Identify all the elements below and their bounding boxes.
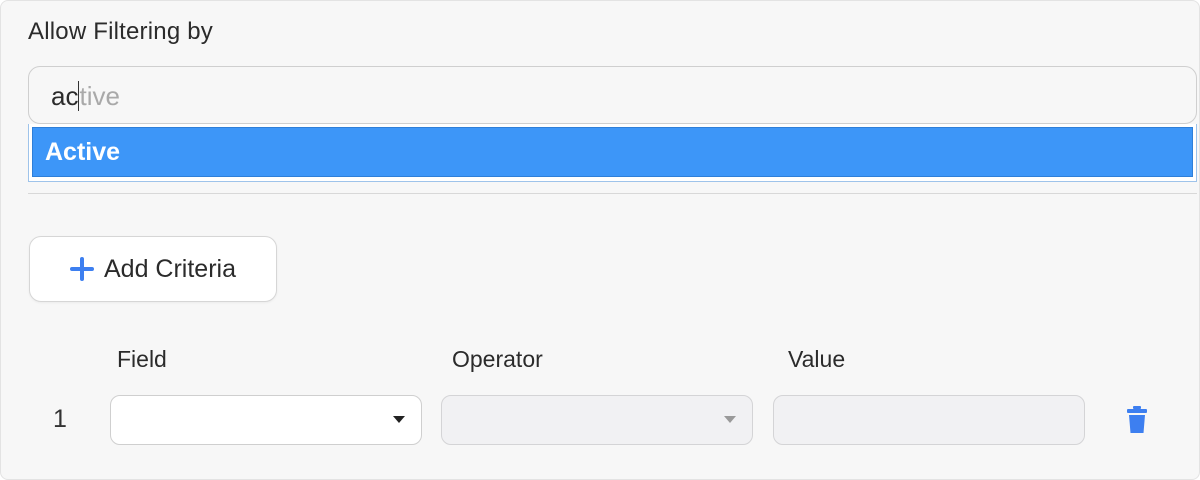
trash-icon[interactable] — [1127, 406, 1147, 433]
value-input[interactable] — [773, 395, 1085, 445]
dropdown-option-active[interactable]: Active — [32, 127, 1193, 177]
column-header-operator: Operator — [452, 346, 543, 372]
allow-filtering-label: Allow Filtering by — [28, 18, 213, 45]
field-select[interactable] — [110, 395, 422, 445]
add-criteria-button[interactable]: Add Criteria — [29, 236, 277, 302]
search-autocomplete-text: tive — [79, 81, 120, 111]
plus-icon — [70, 257, 94, 281]
column-header-value: Value — [788, 346, 846, 372]
chevron-down-icon — [393, 416, 405, 423]
search-text: active — [51, 81, 120, 111]
add-criteria-label: Add Criteria — [104, 254, 236, 283]
filter-search-input[interactable]: active — [28, 66, 1197, 124]
criteria-row-index: 1 — [53, 405, 67, 433]
chevron-down-icon — [724, 416, 736, 423]
search-typed-text: ac — [51, 81, 79, 111]
autocomplete-dropdown: Active — [28, 124, 1197, 182]
section-divider — [28, 193, 1197, 194]
operator-select[interactable] — [441, 395, 753, 445]
column-header-field: Field — [117, 346, 167, 372]
filter-criteria-panel: Allow Filtering by active Active Add Cri… — [0, 0, 1200, 480]
